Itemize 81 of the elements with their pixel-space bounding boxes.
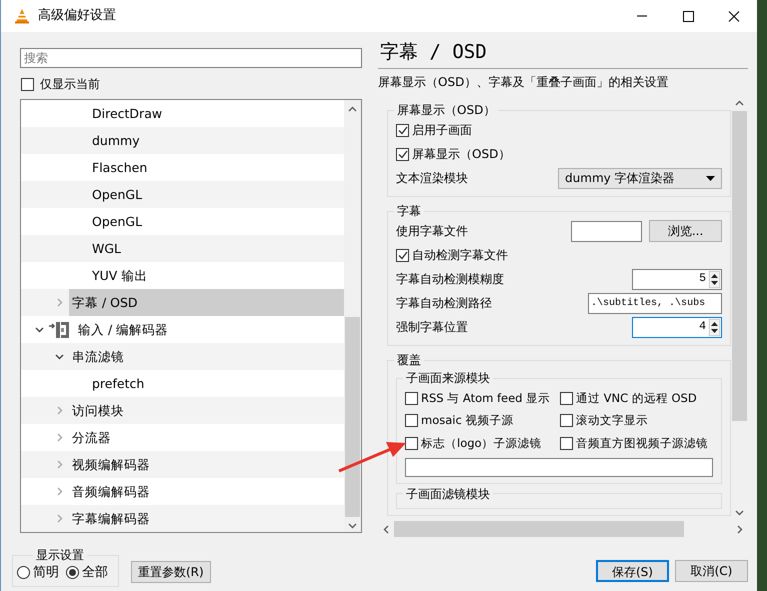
setting-label: 字幕自动检测路径 [396,295,493,312]
checkbox[interactable] [405,414,418,428]
checkbox[interactable] [396,248,409,262]
tree-item[interactable]: 输入 / 编解码器 [75,316,344,343]
setting-label: 使用字幕文件 [396,223,469,240]
scroll-up-icon[interactable] [348,106,357,112]
chevron-down-icon[interactable] [54,352,64,361]
chevron-down-icon[interactable] [34,325,44,334]
checkbox[interactable] [396,148,409,160]
plug-icon [49,320,71,338]
checkbox[interactable] [560,414,573,428]
checkbox[interactable] [405,392,418,406]
group-title: 屏幕显示（OSD） [396,102,496,118]
scroll-right-icon[interactable] [737,524,743,534]
checkbox-label[interactable]: 标志（logo）子源滤镜 [421,434,542,452]
tree-item[interactable]: OpenGL [89,208,344,235]
number-field[interactable]: 5 [632,268,722,290]
checkbox-label[interactable]: 通过 VNC 的远程 OSD [576,390,697,408]
checkbox[interactable] [396,124,409,136]
tree-item[interactable]: Flaschen [89,154,344,181]
spin-arrows-icon[interactable] [709,318,720,336]
scroll-up-icon[interactable] [735,100,744,106]
radio-button[interactable] [66,566,79,580]
setting-label: 文本渲染模块 [396,170,469,187]
checkbox-label[interactable]: 仅显示当前 [40,75,100,93]
radio-label[interactable]: 简明 [33,563,59,582]
window-title: 高级偏好设置 [38,7,117,26]
browse-button[interactable]: 浏览... [649,220,722,242]
check-icon [398,126,408,134]
number-value: 5 [699,271,706,288]
number-value: 4 [699,319,706,336]
checkbox-label[interactable]: 自动检测字幕文件 [412,246,508,264]
checkbox-label[interactable]: 屏幕显示（OSD） [412,145,510,163]
file-field[interactable] [571,220,642,242]
text-field[interactable]: .\subtitles, .\subs [588,292,722,314]
checkbox-label[interactable]: mosaic 视频子源 [421,412,514,430]
spin-arrows-icon[interactable] [709,270,720,288]
tree-item[interactable]: prefetch [89,370,344,397]
checkbox[interactable] [560,436,573,450]
dialog-button[interactable]: 取消(C) [675,560,748,582]
caret-icon [706,176,716,180]
radio-button[interactable] [17,566,30,580]
checkbox-label[interactable]: 音频直方图视频子源滤镜 [576,434,708,452]
scroll-down-icon[interactable] [735,510,744,516]
panel-description: 屏幕显示（OSD）、字幕及「重叠子画面」的相关设置 [378,74,670,91]
checkbox-label[interactable]: 滚动文字显示 [576,412,648,430]
checkbox-label[interactable]: RSS 与 Atom feed 显示 [421,390,550,408]
checkbox[interactable] [21,78,34,90]
check-icon [398,250,408,260]
scrollbar-thumb[interactable] [732,111,747,421]
dropdown[interactable]: dummy 字体渲染器 [558,168,722,188]
tree-item[interactable]: YUV 输出 [89,262,344,289]
check-icon [398,150,408,158]
radio-label[interactable]: 全部 [82,563,108,582]
scroll-down-icon[interactable] [348,522,357,528]
setting-label: 强制字幕位置 [396,319,469,336]
group-title: 显示设置 [35,547,85,563]
close-icon[interactable] [728,10,740,22]
checkbox-label[interactable]: 启用子画面 [412,121,472,139]
maximize-icon[interactable] [682,10,694,22]
group-title: 覆盖 [396,352,422,368]
panel-title: 字幕 / OSD [378,32,748,69]
dialog-button[interactable]: 保存(S) [596,560,669,582]
group-title: 子画面滤镜模块 [405,486,491,502]
text-field[interactable] [405,458,714,477]
checkbox[interactable] [560,392,573,406]
search-field[interactable]: 搜索 [20,48,362,68]
setting-label: 字幕自动检测模糊度 [396,271,505,288]
scroll-left-icon[interactable] [383,524,389,534]
number-field[interactable]: 4 [632,316,722,338]
dropdown-value: dummy 字体渲染器 [565,170,675,187]
group-title: 字幕 [396,203,422,219]
tree-item[interactable]: 分流器 [69,424,344,451]
group-title: 子画面来源模块 [405,370,491,386]
cone-logo-icon [14,8,30,24]
tree-item[interactable]: 音频编解码器 [69,478,344,505]
reset-button[interactable]: 重置参数(R) [131,560,211,582]
scrollbar-thumb[interactable] [345,317,360,517]
tree-item[interactable]: 字幕 / OSD [69,289,344,316]
tree-item[interactable]: DirectDraw [89,100,344,127]
checkbox[interactable] [405,436,418,450]
